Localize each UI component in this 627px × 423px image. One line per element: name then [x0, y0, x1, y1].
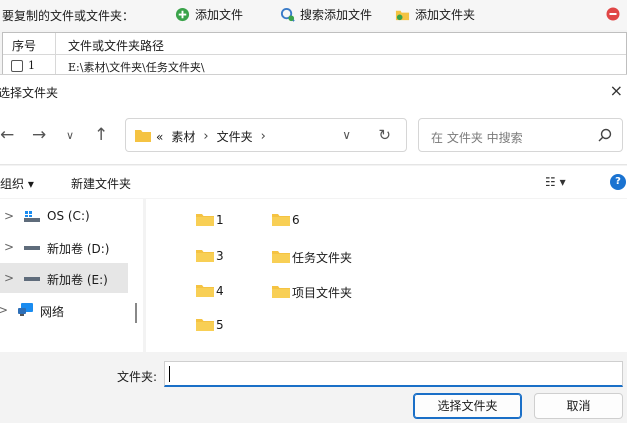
folder-icon [272, 286, 290, 298]
new-folder-button[interactable]: 新建文件夹 [71, 175, 131, 192]
list-item[interactable]: 6 [272, 212, 300, 227]
row-checkbox[interactable] [11, 60, 23, 72]
dialog-title: 选择文件夹 [0, 86, 59, 100]
search-add-file-button[interactable]: 搜索添加文件 [280, 6, 372, 23]
list-item[interactable]: 项目文件夹 [272, 283, 352, 300]
refresh-icon[interactable]: ↻ [378, 126, 391, 144]
breadcrumb-item-wenjianjia[interactable]: 文件夹 [217, 128, 253, 145]
folder-name: 任务文件夹 [292, 251, 353, 265]
navigation-bar: ← → ∨ ↑ « 素材 › 文件夹 › ∨ ↻ 在 文件夹 中搜索 [0, 107, 627, 165]
copy-source-label: 要复制的文件或文件夹： [2, 9, 135, 23]
close-icon[interactable]: × [610, 81, 623, 100]
list-item[interactable]: 1 [196, 212, 224, 227]
chevron-right-icon[interactable]: > [0, 303, 8, 317]
add-file-button[interactable]: 添加文件 [175, 6, 243, 23]
folder-icon [196, 318, 214, 331]
folder-name-input[interactable] [164, 361, 623, 387]
folder-icon [272, 213, 290, 226]
folder-add-icon [395, 10, 410, 21]
row-index: 1 [28, 59, 35, 72]
drive-icon [24, 277, 40, 281]
folder-icon [196, 213, 214, 226]
table-header: 序号 文件或文件夹路径 [3, 33, 626, 55]
row-path: E:\素材\文件夹\任务文件夹\ [68, 61, 205, 74]
sidebar-item-label: 新加卷 (D:) [47, 242, 110, 256]
dialog-titlebar: 选择文件夹 × [0, 75, 627, 107]
folder-icon [196, 249, 214, 262]
folder-icon [272, 251, 290, 263]
select-folder-button[interactable]: 选择文件夹 [413, 393, 522, 419]
forward-arrow-icon[interactable]: → [32, 125, 46, 145]
folder-view: 1 3 4 5 6 任务文件夹 项目文件夹 [146, 199, 627, 352]
folder-name: 5 [216, 318, 224, 332]
folder-name: 1 [216, 213, 224, 227]
cancel-button[interactable]: 取消 [534, 393, 623, 419]
list-item[interactable]: 任务文件夹 [272, 248, 352, 265]
up-arrow-icon[interactable]: ↑ [94, 125, 108, 145]
breadcrumb-separator[interactable]: › [261, 129, 266, 144]
col-path-header: 文件或文件夹路径 [68, 39, 165, 53]
add-file-label: 添加文件 [195, 8, 244, 22]
chevron-down-icon[interactable]: ∨ [342, 128, 351, 142]
breadcrumb: « 素材 › 文件夹 › [156, 128, 266, 145]
organize-button[interactable]: 组织 ▾ [0, 175, 34, 192]
help-icon[interactable]: ? [610, 174, 626, 190]
add-folder-button[interactable]: 添加文件夹 [395, 6, 475, 23]
search-add-file-label: 搜索添加文件 [300, 8, 373, 22]
chevron-right-icon[interactable]: > [4, 209, 14, 223]
add-folder-label: 添加文件夹 [415, 8, 476, 22]
folder-field-label: 文件夹: [117, 370, 158, 384]
back-arrow-icon[interactable]: ← [0, 125, 14, 145]
background-toolbar: 要复制的文件或文件夹： 添加文件 搜索添加文件 添加文件夹 [0, 0, 627, 30]
add-circle-icon [175, 7, 190, 22]
sidebar-item-volume-d[interactable]: > 新加卷 (D:) [0, 232, 128, 262]
navigation-pane: > OS (C:) > 新加卷 (D:) > 新加卷 (E:) > 网络 [0, 199, 143, 352]
sidebar-item-os-c[interactable]: > OS (C:) [0, 201, 128, 231]
text-caret [169, 366, 170, 382]
chevron-right-icon[interactable]: > [4, 240, 14, 254]
sidebar-item-volume-e[interactable]: > 新加卷 (E:) [0, 263, 128, 293]
breadcrumb-item-sucai[interactable]: 素材 [171, 128, 195, 145]
breadcrumb-separator[interactable]: › [203, 129, 208, 144]
search-placeholder: 在 文件夹 中搜索 [431, 131, 523, 145]
view-options-icon[interactable]: ☷ ▾ [545, 175, 566, 189]
search-icon[interactable] [598, 128, 612, 142]
list-item[interactable]: 5 [196, 317, 224, 332]
folder-name: 4 [216, 284, 224, 298]
sidebar-item-label: OS (C:) [47, 209, 90, 223]
command-bar: 组织 ▾ 新建文件夹 ☷ ▾ ? [0, 166, 627, 198]
scrollbar[interactable] [135, 303, 137, 323]
list-item[interactable]: 3 [196, 248, 224, 263]
drive-icon [24, 246, 40, 250]
chevron-right-icon[interactable]: > [4, 271, 14, 285]
breadcrumb-prefix[interactable]: « [156, 130, 163, 144]
address-bar[interactable]: « 素材 › 文件夹 › ∨ ↻ [125, 118, 407, 152]
dialog-footer: 文件夹: 选择文件夹 取消 [0, 352, 627, 423]
folder-name: 项目文件夹 [292, 286, 353, 300]
search-add-icon [280, 7, 295, 22]
folder-name: 6 [292, 213, 300, 227]
sidebar-item-label: 新加卷 (E:) [47, 273, 108, 287]
col-index-header: 序号 [12, 39, 37, 53]
recent-locations-icon[interactable]: ∨ [66, 129, 74, 142]
folder-icon [196, 284, 214, 297]
folder-icon [135, 130, 151, 142]
select-folder-dialog: 选择文件夹 × ← → ∨ ↑ « 素材 › 文件夹 › ∨ ↻ 在 文件夹 中… [0, 74, 627, 423]
network-icon [18, 303, 33, 316]
sidebar-item-label: 网络 [40, 305, 65, 319]
sidebar-item-network[interactable]: > 网络 [0, 295, 128, 325]
search-box[interactable]: 在 文件夹 中搜索 [418, 118, 623, 152]
list-item[interactable]: 4 [196, 283, 224, 298]
os-drive-icon [24, 211, 40, 222]
folder-name: 3 [216, 249, 224, 263]
remove-icon[interactable] [606, 7, 620, 21]
